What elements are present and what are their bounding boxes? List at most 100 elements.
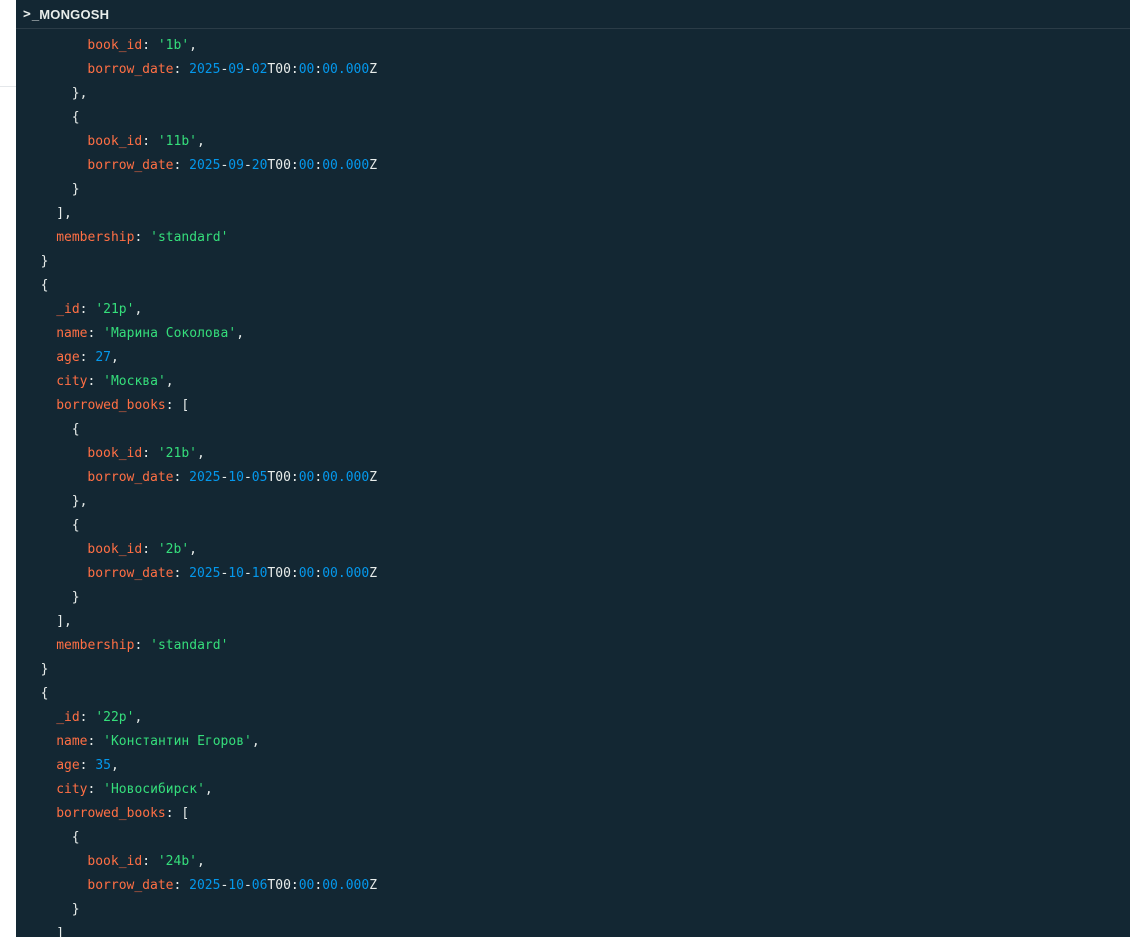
output-line: book_id: '11b',	[16, 130, 1130, 154]
number-value: 00	[298, 158, 315, 173]
punctuation: :	[290, 470, 299, 485]
punctuation: :	[87, 326, 104, 341]
punctuation: ,	[196, 446, 205, 461]
punctuation: Z	[369, 470, 378, 485]
output-line: borrow_date: 2025-10-05T00:00:00.000Z	[16, 466, 1130, 490]
punctuation: ,	[189, 542, 197, 557]
punctuation: -	[243, 566, 252, 581]
output-line: },	[16, 490, 1130, 514]
output-line: book_id: '1b',	[16, 34, 1130, 58]
number-value: 00.000	[322, 62, 370, 77]
output-line: age: 27,	[16, 346, 1130, 370]
punctuation: :	[87, 782, 104, 797]
output-line: book_id: '2b',	[16, 538, 1130, 562]
output-line: borrow_date: 2025-09-20T00:00:00.000Z	[16, 154, 1130, 178]
number-value: 00	[298, 566, 315, 581]
shell-output[interactable]: book_id: '1b', borrow_date: 2025-09-02T00…	[16, 34, 1130, 937]
output-line: ],	[16, 202, 1130, 226]
output-line: city: 'Новосибирск',	[16, 778, 1130, 802]
left-page-strip	[0, 0, 16, 937]
punctuation: 00	[275, 878, 291, 893]
field-key: age	[56, 758, 80, 773]
punctuation: :	[142, 38, 158, 53]
punctuation: :	[173, 470, 190, 485]
punctuation: :	[134, 230, 151, 245]
string-value: 'Константин Егоров'	[103, 734, 252, 749]
punctuation: ]	[56, 926, 65, 937]
punctuation: :	[87, 374, 104, 389]
punctuation: ,	[196, 134, 205, 149]
output-line: {	[16, 274, 1130, 298]
output-line: age: 35,	[16, 754, 1130, 778]
number-value: 06	[251, 878, 268, 893]
punctuation: Z	[369, 566, 378, 581]
string-value: 'standard'	[150, 230, 229, 245]
output-line: book_id: '21b',	[16, 442, 1130, 466]
number-value: 27	[95, 350, 111, 365]
shell-title: _MONGOSH	[31, 6, 110, 22]
punctuation: -	[243, 62, 252, 77]
output-line: borrowed_books: [	[16, 394, 1130, 418]
string-value: '11b'	[157, 134, 197, 149]
punctuation: :	[173, 878, 190, 893]
output-line: borrowed_books: [	[16, 802, 1130, 826]
field-key: age	[56, 350, 80, 365]
field-key: borrow_date	[87, 470, 174, 485]
punctuation: {	[71, 830, 80, 845]
mongosh-shell[interactable]: > _MONGOSH book_id: '1b', borrow_date: 20…	[16, 0, 1130, 937]
output-line: _id: '22p',	[16, 706, 1130, 730]
output-line: {	[16, 418, 1130, 442]
punctuation: ,	[189, 38, 197, 53]
number-value: 00.000	[322, 158, 370, 173]
number-value: 02	[251, 62, 268, 77]
field-key: _id	[56, 710, 80, 725]
output-line: borrow_date: 2025-10-06T00:00:00.000Z	[16, 874, 1130, 898]
punctuation: :	[87, 734, 104, 749]
output-line: }	[16, 178, 1130, 202]
punctuation: 00	[275, 158, 291, 173]
string-value: '21b'	[157, 446, 197, 461]
number-value: 00.000	[322, 470, 370, 485]
output-line: },	[16, 82, 1130, 106]
string-value: 'Москва'	[103, 374, 166, 389]
output-line: ],	[16, 610, 1130, 634]
punctuation: :	[142, 542, 158, 557]
output-line: name: 'Марина Соколова',	[16, 322, 1130, 346]
punctuation: {	[40, 278, 49, 293]
field-key: borrow_date	[87, 62, 174, 77]
punctuation: ,	[204, 782, 213, 797]
shell-title-bar: > _MONGOSH	[16, 0, 1130, 29]
number-value: 2025	[189, 62, 221, 77]
number-value: 00.000	[322, 566, 370, 581]
punctuation: :	[173, 62, 190, 77]
punctuation: ],	[56, 206, 72, 221]
field-key: membership	[56, 638, 135, 653]
field-key: borrow_date	[87, 566, 174, 581]
field-key: book_id	[87, 542, 143, 557]
punctuation: }	[40, 662, 49, 677]
punctuation: {	[71, 422, 80, 437]
punctuation: 00	[275, 62, 291, 77]
output-line: {	[16, 106, 1130, 130]
number-value: 09	[228, 62, 244, 77]
punctuation: }	[71, 902, 80, 917]
output-line: membership: 'standard'	[16, 634, 1130, 658]
left-strip-divider	[0, 86, 16, 87]
number-value: 10	[251, 566, 268, 581]
number-value: 05	[251, 470, 268, 485]
punctuation: :	[79, 710, 96, 725]
punctuation: -	[243, 158, 252, 173]
punctuation: :	[290, 878, 299, 893]
punctuation: :	[173, 158, 190, 173]
field-key: borrowed_books	[56, 398, 166, 413]
punctuation: Z	[369, 158, 378, 173]
output-line: {	[16, 682, 1130, 706]
field-key: name	[56, 326, 88, 341]
string-value: '1b'	[157, 38, 190, 53]
string-value: 'Марина Соколова'	[103, 326, 237, 341]
punctuation: :	[290, 62, 299, 77]
punctuation: {	[40, 686, 49, 701]
punctuation: :	[142, 134, 158, 149]
output-line: }	[16, 250, 1130, 274]
number-value: 2025	[189, 566, 221, 581]
